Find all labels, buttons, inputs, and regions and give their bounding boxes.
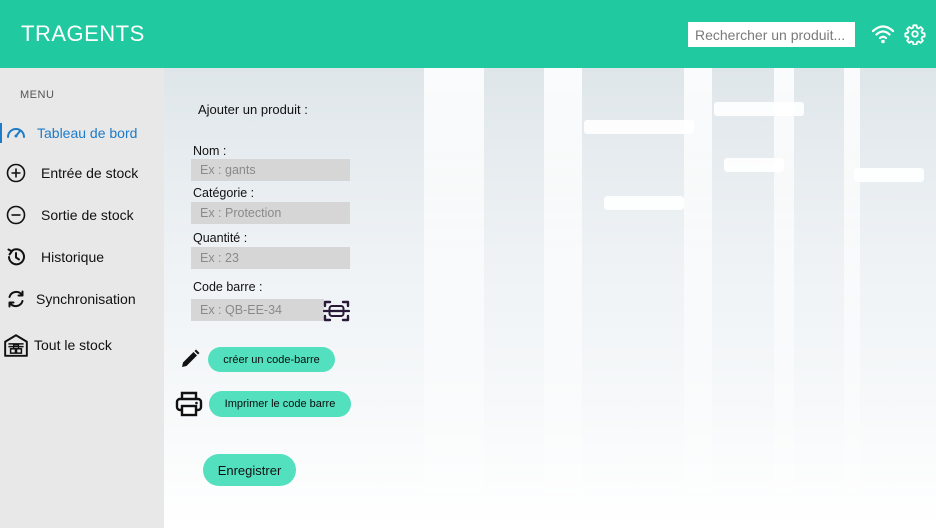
sidebar: MENU Tableau de bord Entrée de stock Sor… xyxy=(0,68,164,528)
sidebar-item-label: Synchronisation xyxy=(36,291,136,307)
sidebar-item-sync[interactable]: Synchronisation xyxy=(0,281,164,317)
menu-title: MENU xyxy=(20,89,55,101)
sidebar-item-label: Tout le stock xyxy=(34,337,112,353)
quantity-label: Quantité : xyxy=(193,231,248,245)
barcode-field[interactable] xyxy=(191,299,324,321)
sidebar-item-stock-exit[interactable]: Sortie de stock xyxy=(0,197,164,233)
barcode-scan-icon[interactable] xyxy=(323,299,350,323)
wifi-icon[interactable] xyxy=(871,23,895,45)
plus-circle-icon xyxy=(6,163,26,183)
sidebar-item-label: Historique xyxy=(41,249,105,265)
barcode-label: Code barre : xyxy=(193,280,263,294)
sidebar-item-label: Entrée de stock xyxy=(41,165,139,181)
gear-icon[interactable] xyxy=(904,23,926,45)
sidebar-item-stock-entry[interactable]: Entrée de stock xyxy=(0,155,164,191)
app-title: TRAGENTS xyxy=(21,21,145,46)
sidebar-item-label: Tableau de bord xyxy=(37,125,138,141)
minus-circle-icon xyxy=(6,205,26,225)
sidebar-item-history[interactable]: Historique xyxy=(0,239,164,275)
sidebar-item-dashboard[interactable]: Tableau de bord xyxy=(0,115,164,151)
category-label: Catégorie : xyxy=(193,186,255,200)
pencil-icon[interactable] xyxy=(179,348,201,370)
print-barcode-button[interactable]: Imprimer le code barre xyxy=(209,391,351,417)
create-barcode-button[interactable]: créer un code-barre xyxy=(208,347,335,372)
history-icon xyxy=(7,248,25,266)
save-button[interactable]: Enregistrer xyxy=(203,454,296,486)
top-app-bar: TRAGENTS xyxy=(0,0,936,68)
sidebar-item-label: Sortie de stock xyxy=(41,207,134,223)
search-input[interactable] xyxy=(688,22,855,47)
form-title: Ajouter un produit : xyxy=(198,102,308,117)
warehouse-icon xyxy=(4,334,28,357)
name-field[interactable] xyxy=(191,159,350,181)
quantity-field[interactable] xyxy=(191,247,350,269)
dashboard-gauge-icon xyxy=(7,128,25,138)
sync-icon xyxy=(8,290,24,308)
printer-icon[interactable] xyxy=(175,391,203,417)
name-label: Nom : xyxy=(193,144,227,158)
sidebar-item-all-stock[interactable]: Tout le stock xyxy=(0,327,164,363)
category-field[interactable] xyxy=(191,202,350,224)
